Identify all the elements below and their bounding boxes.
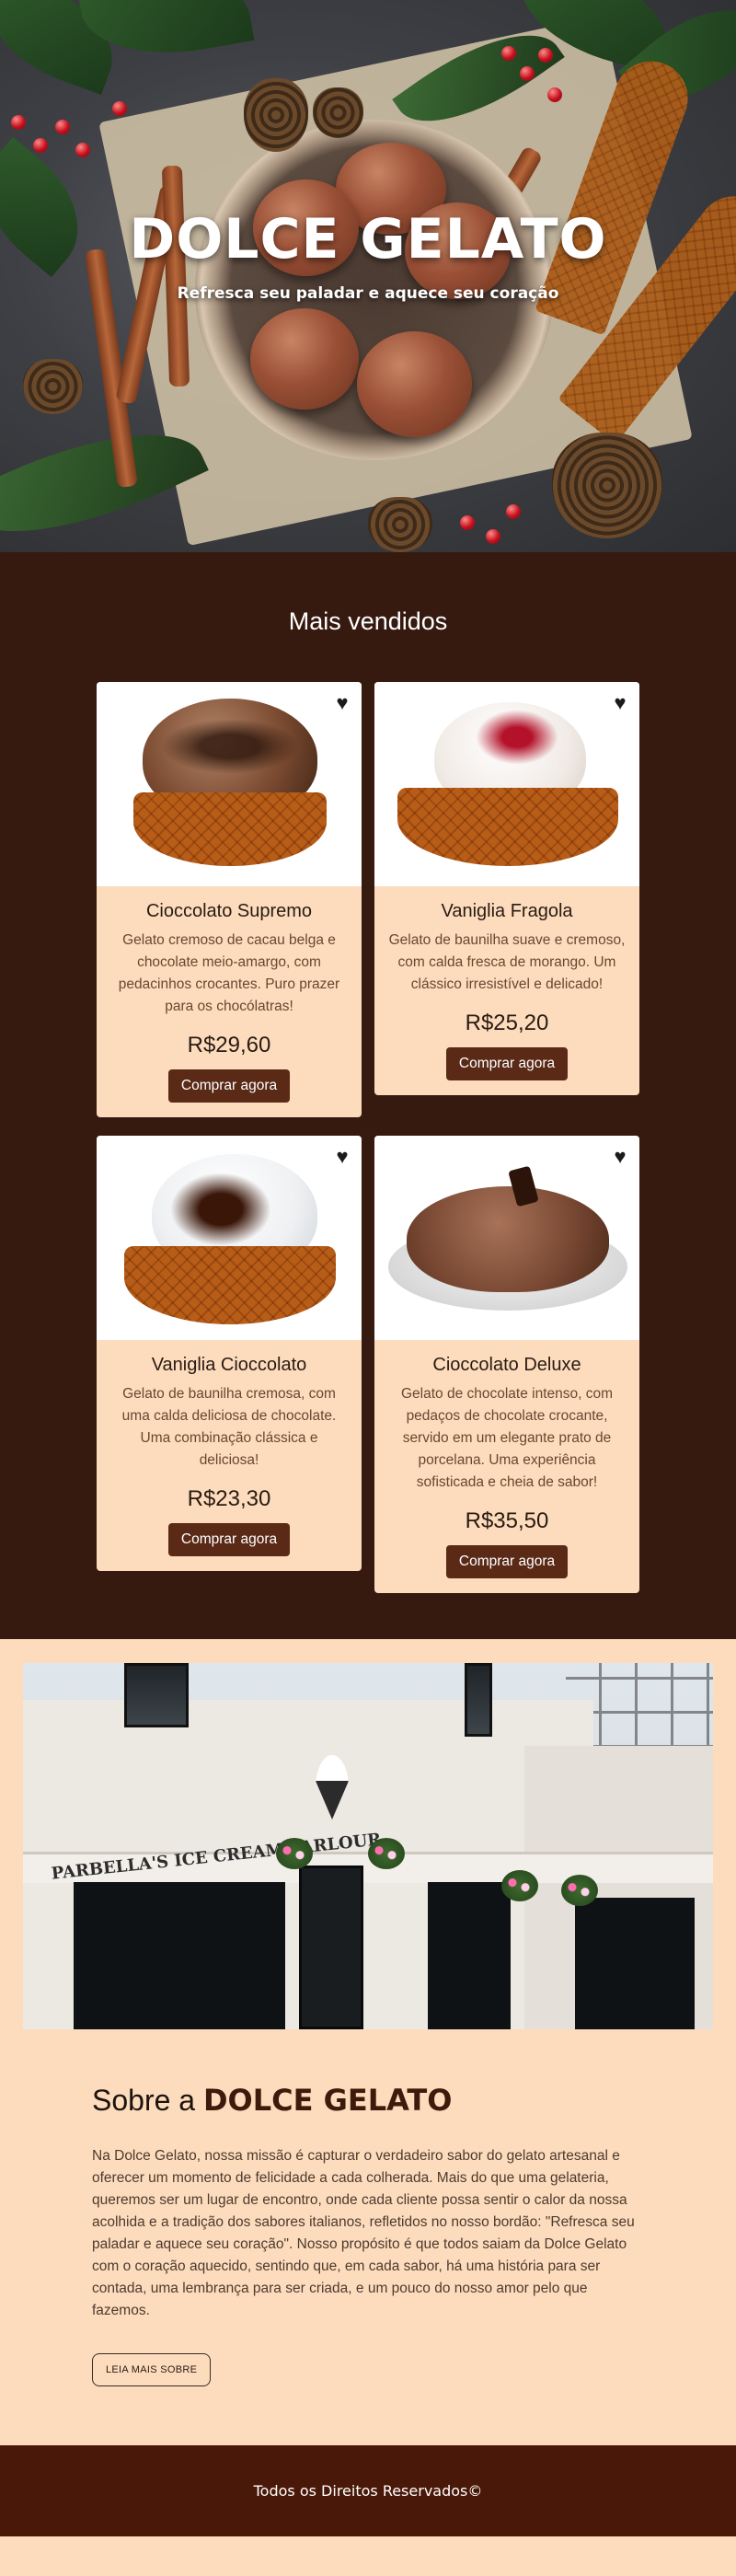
product-name: Vaniglia Fragola [441, 901, 573, 921]
product-name: Cioccolato Deluxe [432, 1355, 581, 1375]
product-image-chocolate-cup: ♥ [97, 682, 362, 886]
product-name: Vaniglia Cioccolato [151, 1355, 307, 1375]
product-description: Gelato de chocolate intenso, com pedaços… [400, 1386, 614, 1490]
best-sellers-heading: Mais vendidos [288, 607, 448, 635]
heart-icon[interactable]: ♥ [610, 1147, 630, 1167]
holly-berry [55, 120, 70, 134]
buy-now-button[interactable]: Comprar agora [445, 1545, 569, 1578]
holly-berry [460, 515, 475, 530]
pinecone [244, 78, 308, 152]
waffle-cup [124, 1246, 336, 1324]
holly-berry [33, 138, 48, 153]
footer-copyright: Todos os Direitos Reservados© [253, 2482, 483, 2500]
about-section: Sobre a DOLCE GELATO Na Dolce Gelato, no… [0, 2029, 736, 2445]
upper-window [465, 1663, 492, 1737]
hero-subtitle: Refresca seu paladar e aquece seu coraçã… [177, 284, 559, 303]
product-name: Cioccolato Supremo [145, 901, 313, 921]
waffle-cup [397, 788, 618, 866]
hanging-flower-basket [561, 1875, 598, 1906]
product-description: Gelato de baunilha cremosa, com uma cald… [121, 1386, 337, 1468]
store-photo: PARBELLA'S ICE CREAM PARLOUR [23, 1663, 713, 2029]
product-price: R$29,60 [187, 1033, 271, 1057]
upper-window [124, 1663, 189, 1727]
about-heading: Sobre a DOLCE GELATO [92, 2083, 644, 2118]
strawberry-sauce [476, 710, 558, 765]
product-card: ♥ Vaniglia Cioccolato Gelato de baunilha… [97, 1136, 362, 1571]
shopfront-far [575, 1898, 695, 2029]
product-grid: ♥ Cioccolato Supremo Gelato cremoso de c… [97, 682, 639, 1593]
heart-icon[interactable]: ♥ [332, 1147, 352, 1167]
chocolate-sauce [170, 1172, 271, 1246]
holly-berry [506, 504, 521, 519]
read-more-button[interactable]: LEIA MAIS SOBRE [92, 2353, 212, 2386]
holly-berry [11, 115, 26, 130]
store-door [299, 1866, 363, 2029]
buy-now-button[interactable]: Comprar agora [167, 1069, 291, 1103]
heart-icon[interactable]: ♥ [332, 693, 352, 713]
buy-now-button[interactable]: Comprar agora [167, 1523, 291, 1556]
holly-berry [112, 101, 127, 116]
hanging-flower-basket [276, 1838, 313, 1869]
product-price: R$35,50 [465, 1508, 549, 1533]
heart-icon[interactable]: ♥ [610, 693, 630, 713]
shopfront-left [74, 1882, 285, 2029]
buy-now-button[interactable]: Comprar agora [445, 1047, 569, 1080]
about-heading-brand: DOLCE GELATO [202, 2083, 453, 2118]
product-card: ♥ Cioccolato Deluxe Gelato de chocolate … [374, 1136, 639, 1593]
hero-text: DOLCE GELATO Refresca seu paladar e aque… [0, 207, 736, 303]
product-card: ♥ Cioccolato Supremo Gelato cremoso de c… [97, 682, 362, 1117]
product-image-vanilla-strawberry: ♥ [374, 682, 639, 886]
chocolate-gelato [407, 1186, 609, 1292]
footer: Todos os Direitos Reservados© [0, 2445, 736, 2536]
waffle-cup [133, 792, 327, 866]
product-price: R$25,20 [465, 1011, 549, 1035]
product-image-vanilla-chocolate: ♥ [97, 1136, 362, 1340]
product-card: ♥ Vaniglia Fragola Gelato de baunilha su… [374, 682, 639, 1095]
hero-banner: DOLCE GELATO Refresca seu paladar e aque… [0, 0, 736, 552]
hanging-flower-basket [501, 1870, 538, 1901]
pinecone [313, 87, 363, 138]
about-heading-prefix: Sobre a [92, 2084, 203, 2117]
best-sellers-section: Mais vendidos ♥ Cioccolato Supremo Gelat… [0, 552, 736, 1639]
holly-berry [75, 143, 90, 157]
hero-title: DOLCE GELATO [129, 207, 607, 271]
chocolate-scoop [357, 331, 472, 437]
holly-berry [520, 66, 535, 81]
holly-berry [547, 87, 562, 102]
pinecone [368, 497, 432, 552]
holly-berry [538, 48, 553, 63]
hanging-flower-basket [368, 1838, 405, 1869]
about-text: Na Dolce Gelato, nossa missão é capturar… [92, 2148, 635, 2318]
chocolate-drizzle [161, 719, 299, 774]
product-image-chocolate-plate: ♥ [374, 1136, 639, 1340]
product-description: Gelato cremoso de cacau belga e chocolat… [118, 932, 340, 1014]
holly-berry [501, 46, 516, 61]
product-price: R$23,30 [187, 1486, 271, 1511]
chocolate-scoop [250, 308, 359, 410]
shopfront-right [428, 1882, 511, 2029]
store-photo-wrapper: PARBELLA'S ICE CREAM PARLOUR [0, 1639, 736, 2029]
product-description: Gelato de baunilha suave e cremoso, com … [388, 932, 626, 992]
pinecone [552, 433, 662, 538]
pinecone [23, 359, 83, 414]
holly-berry [486, 529, 500, 544]
